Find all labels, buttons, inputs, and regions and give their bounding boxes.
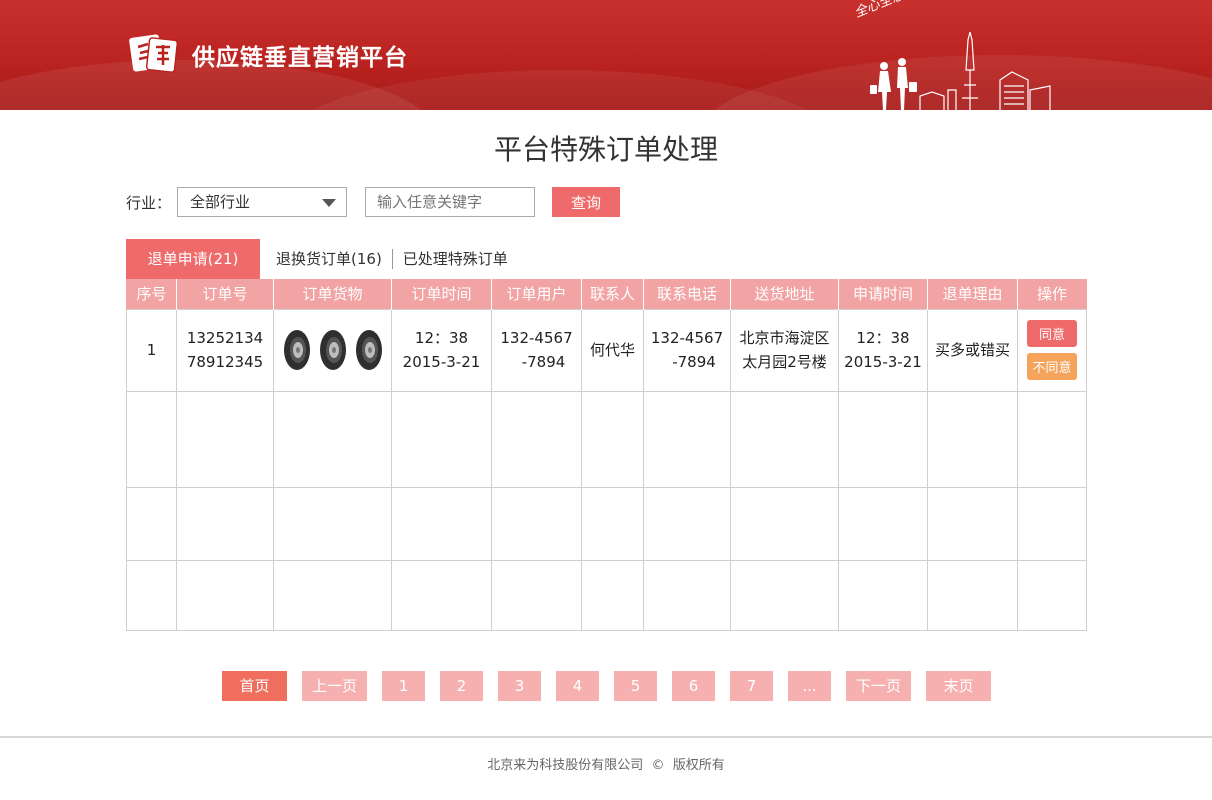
order-no-line: 13252134 xyxy=(186,329,264,347)
prev-page-button[interactable]: 上一页 xyxy=(302,671,367,701)
filter-bar: 行业： 全部行业 查询 xyxy=(126,187,621,217)
table-row: 1 13252134 78912345 12：38 2015-3-21 132-… xyxy=(126,308,1087,392)
order-no-line: 78912345 xyxy=(186,353,264,371)
tab-exchange-orders[interactable]: 退换货订单(16) xyxy=(260,249,392,269)
page-button-7[interactable]: 7 xyxy=(730,671,773,701)
cell-address: 北京市海淀区 太月园2号楼 xyxy=(730,308,839,392)
column-header: 送货地址 xyxy=(730,279,839,309)
first-page-button[interactable]: 首页 xyxy=(222,671,287,701)
column-header: 订单时间 xyxy=(391,279,492,309)
pagination: 首页 上一页 1 2 3 4 5 6 7 ... 下一页 末页 xyxy=(222,671,1006,701)
column-header: 订单货物 xyxy=(273,279,392,309)
goods-images xyxy=(274,329,391,371)
orders-table: 序号 订单号 订单货物 订单时间 订单用户 联系人 联系电话 送货地址 申请时间… xyxy=(126,279,1087,631)
cell-apply-time: 12：38 2015-3-21 xyxy=(838,308,928,392)
page-button-1[interactable]: 1 xyxy=(382,671,425,701)
last-page-button[interactable]: 末页 xyxy=(926,671,991,701)
order-time-line: 12：38 xyxy=(414,329,469,347)
table-row-empty xyxy=(126,559,1087,631)
cell-actions: 同意 不同意 xyxy=(1017,308,1087,392)
order-user-line: 132-4567 xyxy=(500,329,573,347)
column-header: 退单理由 xyxy=(927,279,1018,309)
cell-order-no: 13252134 78912345 xyxy=(176,308,274,392)
slogan-text: 全心全意为您服务! xyxy=(851,0,959,21)
page-button-6[interactable]: 6 xyxy=(672,671,715,701)
tire-icon xyxy=(283,330,310,370)
table-header-row: 序号 订单号 订单货物 订单时间 订单用户 联系人 联系电话 送货地址 申请时间… xyxy=(126,279,1087,309)
next-page-button[interactable]: 下一页 xyxy=(846,671,911,701)
page-button-4[interactable]: 4 xyxy=(556,671,599,701)
order-tabs: 退单申请(21) 退换货订单(16) 已处理特殊订单 xyxy=(126,239,518,279)
apply-time-line: 12：38 xyxy=(856,329,910,347)
apply-time-line: 2015-3-21 xyxy=(844,353,922,371)
site-title: 供应链垂直营销平台 xyxy=(192,44,408,71)
header-banner: 供应链垂直营销平台 全心全意为您服务! xyxy=(0,0,1212,110)
column-header: 序号 xyxy=(126,279,177,309)
column-header: 订单号 xyxy=(176,279,274,309)
page-ellipsis[interactable]: ... xyxy=(788,671,831,701)
cell-order-time: 12：38 2015-3-21 xyxy=(391,308,492,392)
page-button-5[interactable]: 5 xyxy=(614,671,657,701)
disagree-button[interactable]: 不同意 xyxy=(1027,353,1077,380)
tab-refund-requests[interactable]: 退单申请(21) xyxy=(126,239,260,279)
cell-phone: 132-4567 -7894 xyxy=(643,308,731,392)
cell-index: 1 xyxy=(126,308,177,392)
page-title: 平台特殊订单处理 xyxy=(493,133,718,166)
order-user-line: -7894 xyxy=(521,353,566,371)
footer-copyright: 北京来为科技股份有限公司 © 版权所有 xyxy=(487,758,725,773)
column-header: 申请时间 xyxy=(838,279,928,309)
address-line: 北京市海淀区 xyxy=(739,329,830,347)
page-button-2[interactable]: 2 xyxy=(440,671,483,701)
column-header: 操作 xyxy=(1017,279,1087,309)
dropdown-arrow-icon xyxy=(322,199,337,207)
tab-processed-orders[interactable]: 已处理特殊订单 xyxy=(393,249,518,269)
agree-button[interactable]: 同意 xyxy=(1027,320,1077,347)
column-header: 订单用户 xyxy=(491,279,582,309)
industry-select[interactable]: 全部行业 xyxy=(177,187,348,217)
table-row-empty xyxy=(126,390,1087,488)
column-header: 联系人 xyxy=(581,279,644,309)
column-header: 联系电话 xyxy=(643,279,731,309)
cell-order-user: 132-4567 -7894 xyxy=(491,308,582,392)
cell-goods xyxy=(273,308,392,392)
phone-line: 132-4567 xyxy=(650,329,724,347)
keyword-search-input[interactable] xyxy=(365,187,536,217)
tire-icon xyxy=(355,330,382,370)
query-button[interactable]: 查询 xyxy=(552,187,621,217)
city-shopping-illustration xyxy=(870,31,1051,110)
logo-icon[interactable] xyxy=(128,33,180,75)
industry-select-value: 全部行业 xyxy=(190,193,251,211)
page-button-3[interactable]: 3 xyxy=(498,671,541,701)
order-time-line: 2015-3-21 xyxy=(402,353,481,371)
industry-label: 行业： xyxy=(126,193,172,212)
cell-contact: 何代华 xyxy=(581,308,644,392)
phone-line: -7894 xyxy=(672,353,716,371)
address-line: 太月园2号楼 xyxy=(742,353,827,371)
table-row-empty xyxy=(126,486,1087,561)
cell-reason: 买多或错买 xyxy=(927,308,1018,392)
tire-icon xyxy=(319,330,346,370)
footer-divider xyxy=(0,736,1212,738)
